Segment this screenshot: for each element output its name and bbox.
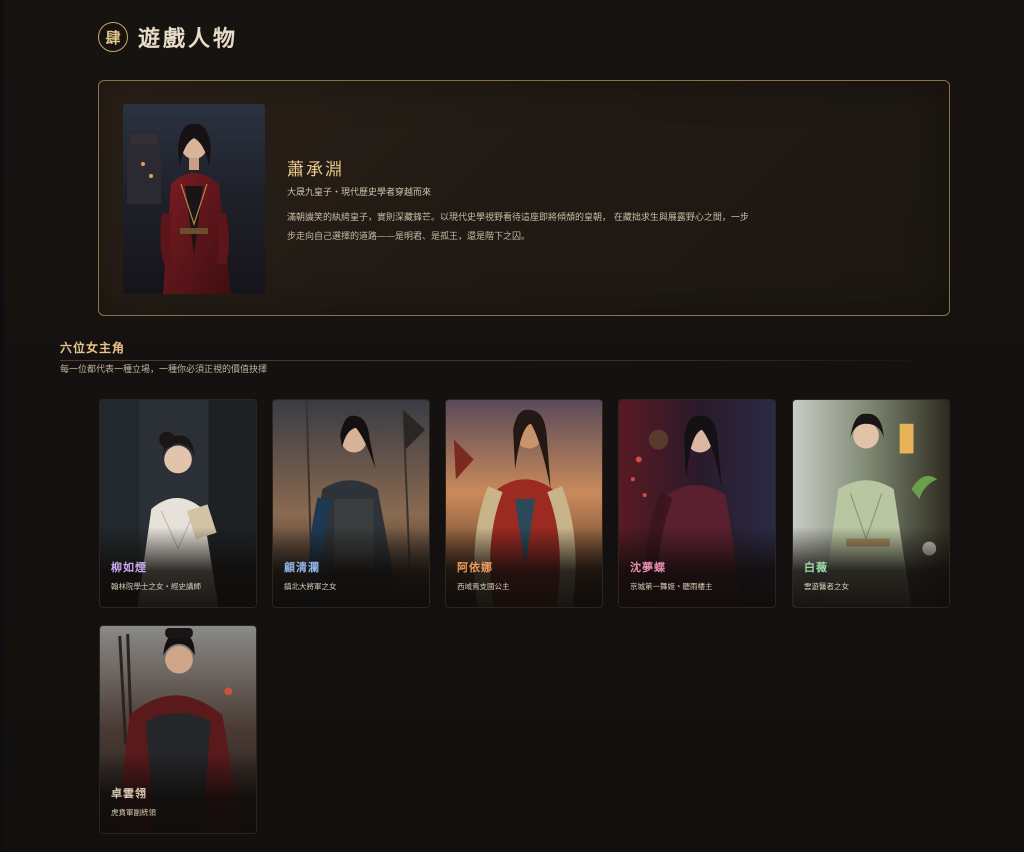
- heroine-card-4[interactable]: 沈夢蝶 京城第一舞姬・聽雨樓主: [618, 399, 776, 608]
- heroine-card-5[interactable]: 白薇 雲遊醫者之女: [792, 399, 950, 608]
- heroine-card-2[interactable]: 顧清瀾 鎮北大將軍之女: [272, 399, 430, 608]
- heroine-card-6[interactable]: 卓雲翎 虎賁軍副統領: [99, 625, 257, 834]
- heroine-role-3: 西域焉支國公主: [457, 582, 510, 591]
- protagonist-portrait: [123, 104, 265, 294]
- protagonist-card[interactable]: 蕭承淵 大晟九皇子・現代歷史學者穿越而來 滿朝譏笑的紈絝皇子，實則深藏鋒芒。以現…: [98, 80, 950, 316]
- protagonist-name: 蕭承淵: [287, 160, 344, 180]
- heroine-role-5: 雲遊醫者之女: [804, 582, 849, 591]
- heroine-name-4: 沈夢蝶: [630, 561, 666, 574]
- heroine-role-2: 鎮北大將軍之女: [284, 582, 337, 591]
- protagonist-description: 滿朝譏笑的紈絝皇子，實則深藏鋒芒。以現代史學視野看待這座即將傾頹的皇朝， 在藏拙…: [287, 213, 749, 242]
- heroine-card-3[interactable]: 阿依娜 西域焉支國公主: [445, 399, 603, 608]
- heroines-divider: [60, 360, 910, 361]
- heroine-role-6: 虎賁軍副統領: [111, 808, 156, 817]
- heroine-name-5: 白薇: [804, 561, 828, 574]
- heroine-role-4: 京城第一舞姬・聽雨樓主: [630, 582, 713, 591]
- heroine-name-3: 阿依娜: [457, 561, 493, 574]
- heroine-role-1: 翰林院學士之女・經史講師: [111, 582, 201, 591]
- section-header: 肆 遊戲人物: [98, 20, 238, 54]
- heroine-name-2: 顧清瀾: [284, 561, 320, 574]
- section-title: 遊戲人物: [138, 26, 239, 52]
- protagonist-portrait-image: [123, 104, 265, 294]
- heroine-name-1: 柳如煙: [111, 561, 147, 574]
- heroines-subtitle: 每一位都代表一種立場，一種你必須正視的價值抉擇: [60, 365, 268, 375]
- page: 肆 遊戲人物 蕭承淵 大晟九皇子・現代歷史學者穿越而來 滿朝譏笑的紈絝皇子，實則…: [0, 0, 1024, 852]
- section-number-badge: 肆: [98, 22, 128, 52]
- heroine-card-1[interactable]: 柳如煙 翰林院學士之女・經史講師: [99, 399, 257, 608]
- protagonist-subtitle: 大晟九皇子・現代歷史學者穿越而來: [287, 188, 432, 198]
- heroine-name-6: 卓雲翎: [111, 787, 147, 800]
- heroines-title: 六位女主角: [60, 341, 126, 355]
